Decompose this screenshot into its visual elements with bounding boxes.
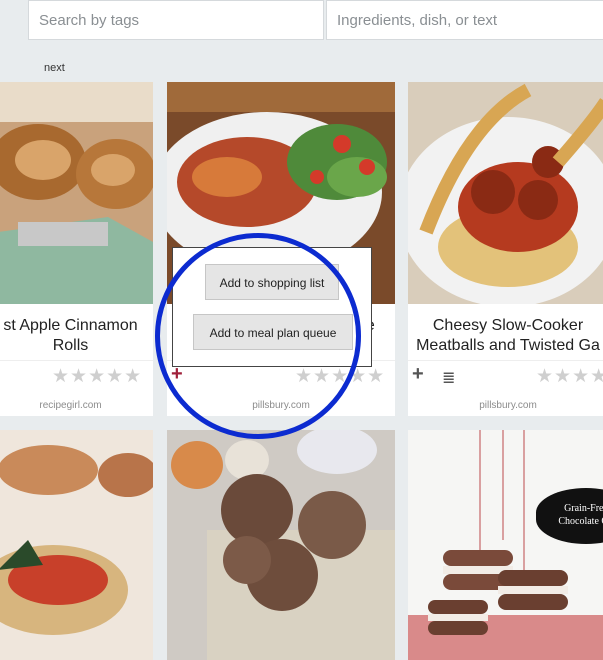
recipe-title[interactable]: Cheesy Slow-Cooker (408, 316, 603, 336)
add-to-meal-plan-queue-button[interactable]: Add to meal plan queue (193, 314, 353, 350)
add-to-shopping-list-button[interactable]: Add to shopping list (205, 264, 339, 300)
recipe-photo[interactable] (408, 82, 603, 304)
text-search-input[interactable]: Ingredients, dish, or text (326, 0, 603, 40)
recipe-source[interactable]: pillsbury.com (408, 400, 603, 411)
recipe-card[interactable]: Grain-Free Chocolate Oh (408, 430, 603, 660)
recipe-source[interactable]: pillsbury.com (167, 400, 395, 411)
recipe-photo[interactable] (408, 430, 603, 660)
list-icon[interactable]: ≣ (442, 368, 455, 388)
recipe-source[interactable]: recipegirl.com (0, 400, 153, 411)
card-divider (408, 360, 603, 361)
badge-line2: Chocolate Oh (558, 516, 603, 527)
card-actions: + ≣ ★★★★ (408, 363, 603, 388)
rating-stars[interactable]: ★★★★★ (295, 365, 385, 388)
next-link[interactable]: next (44, 62, 65, 74)
rating-stars[interactable]: ★★★★★ (52, 365, 142, 388)
recipe-card[interactable]: Cheesy Slow-Cooker Meatballs and Twisted… (408, 82, 603, 416)
recipe-card[interactable] (167, 430, 395, 660)
recipe-card[interactable]: st Apple Cinnamon Rolls ★★★★★ recipegirl… (0, 82, 153, 416)
add-menu-popup: Add to shopping list Add to meal plan qu… (172, 247, 372, 367)
card-actions: + ★★★★★ (167, 363, 395, 388)
plus-icon[interactable]: + (412, 363, 424, 386)
recipe-title-line2[interactable]: Meatballs and Twisted Ga (408, 336, 603, 356)
card-divider (0, 360, 153, 361)
card-actions: ★★★★★ (0, 365, 153, 387)
recipe-photo[interactable] (0, 82, 153, 304)
recipe-title[interactable]: st Apple Cinnamon (0, 316, 153, 336)
badge-line1: Grain-Free (564, 503, 603, 514)
rating-stars[interactable]: ★★★★ (536, 365, 603, 388)
recipe-photo[interactable] (167, 430, 395, 660)
recipe-photo[interactable] (0, 430, 153, 660)
recipe-card[interactable] (0, 430, 153, 660)
recipe-title-line2[interactable]: Rolls (0, 336, 153, 356)
tag-search-input[interactable]: Search by tags (28, 0, 324, 40)
